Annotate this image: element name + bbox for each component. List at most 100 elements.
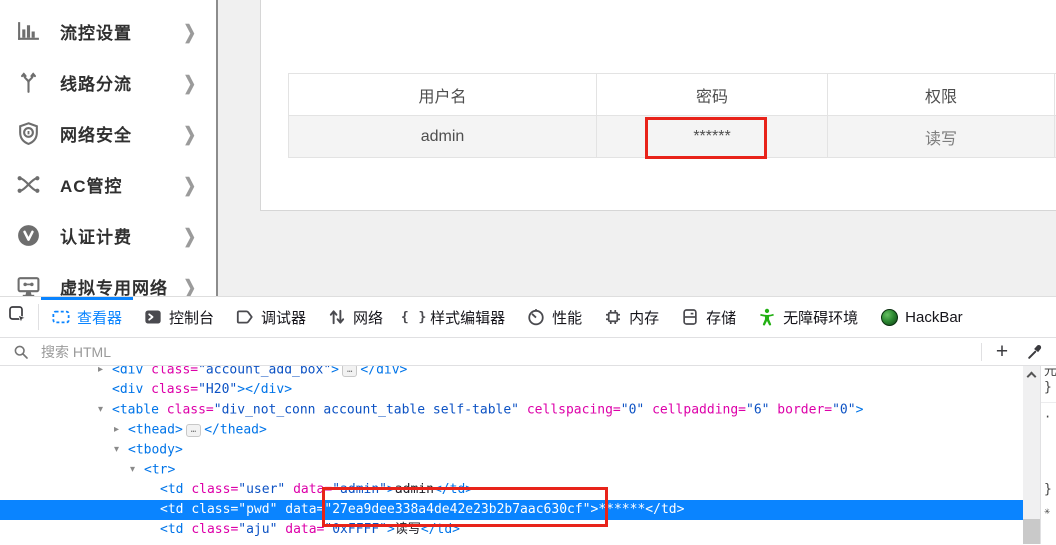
tab-label: 网络	[353, 307, 383, 328]
searchbar-separator	[981, 343, 982, 361]
code-token-val: "6"	[746, 403, 769, 418]
tab-内存[interactable]: 内存	[593, 297, 670, 337]
tabbar-separator	[38, 304, 39, 330]
code-token-tag: <td	[160, 502, 191, 517]
tab-label: 样式编辑器	[430, 307, 505, 328]
code-token-val: "aju"	[238, 522, 277, 537]
code-line[interactable]: <td class="user" data="admin">admin</td>	[0, 480, 1023, 500]
code-token-attr: data=	[277, 522, 324, 537]
markup-scrollbar[interactable]	[1023, 366, 1040, 544]
code-token-tag: <div	[112, 366, 151, 378]
tab-label: HackBar	[905, 309, 963, 326]
tab-查看器[interactable]: 查看器	[41, 297, 133, 337]
rules-panel-edge: 元}·}✳	[1040, 366, 1056, 544]
search-input[interactable]	[41, 344, 974, 360]
debugger-icon	[236, 308, 254, 326]
code-token-val: "H20"	[198, 382, 237, 397]
search-icon	[8, 340, 34, 364]
code-token-attr: data=	[277, 502, 324, 517]
devtools-panel: 查看器控制台调试器网络{ }样式编辑器性能内存存储无障碍环境HackBar + …	[0, 296, 1056, 545]
account-table: 用户名密码权限 admin******读写	[288, 73, 1056, 158]
sidebar-item-label: 流控设置	[60, 19, 183, 44]
sidebar-item-5[interactable]: 认证计费❯	[0, 210, 216, 261]
tab-label: 存储	[706, 307, 736, 328]
rules-panel-fragment: 元	[1044, 366, 1056, 379]
twisty-closed-icon[interactable]: ▸	[114, 420, 128, 440]
tab-label: 性能	[552, 307, 582, 328]
sidebar-item-6[interactable]: 虚拟专用网络❯	[0, 261, 216, 296]
chevron-right-icon: ❯	[183, 122, 196, 145]
code-line[interactable]: ▾<tbody>	[0, 440, 1023, 460]
code-token-text: 读写	[395, 522, 421, 537]
tab-存储[interactable]: 存储	[670, 297, 747, 337]
code-token-tag: >	[387, 482, 395, 497]
tab-label: 查看器	[77, 307, 122, 328]
account-table-row: admin******读写	[289, 116, 1056, 158]
add-node-button[interactable]: +	[989, 340, 1015, 364]
twisty-open-icon[interactable]: ▾	[114, 440, 128, 460]
code-line[interactable]: ▾<tr>	[0, 460, 1023, 480]
code-token-attr: class=	[191, 522, 238, 537]
sidebar-item-3[interactable]: 网络安全❯	[0, 108, 216, 159]
shield-icon	[16, 121, 60, 147]
rules-panel-fragment: }	[1044, 482, 1052, 497]
accessibility-icon	[758, 308, 776, 326]
code-token-text: admin	[395, 482, 434, 497]
collapsed-content-badge[interactable]: …	[342, 366, 357, 377]
code-token-val: "27ea9dee338a4de42e23b2b7aac630cf"	[324, 502, 590, 517]
code-line[interactable]: <div class="H20"></div>	[0, 380, 1023, 400]
code-token-val: "user"	[238, 482, 285, 497]
tab-无障碍环境[interactable]: 无障碍环境	[747, 297, 869, 337]
eyedropper-button[interactable]	[1022, 340, 1048, 364]
twisty-closed-icon[interactable]: ▸	[98, 366, 112, 380]
pick-element-button[interactable]	[0, 297, 36, 337]
account-table-header-row: 用户名密码权限	[289, 74, 1056, 116]
code-line[interactable]: ▸<thead>…</thead>	[0, 420, 1023, 440]
code-token-val: "div_not_conn account_table self-table"	[214, 403, 519, 418]
code-token-tag: <div	[112, 382, 151, 397]
code-line-selected[interactable]: <td class="pwd" data="27ea9dee338a4de42e…	[0, 500, 1023, 520]
code-token-val: "pwd"	[238, 502, 277, 517]
permission-cell: 读写	[828, 116, 1055, 158]
tab-调试器[interactable]: 调试器	[225, 297, 317, 337]
code-line[interactable]: ▸<div class="account_add_box">…</div>	[0, 366, 1023, 380]
code-token-tag: <thead>	[128, 423, 183, 438]
account-table-header-cell: 密码	[597, 74, 828, 116]
tab-网络[interactable]: 网络	[317, 297, 394, 337]
code-token-attr: cellpadding=	[644, 403, 746, 418]
scroll-up-arrow-icon[interactable]	[1027, 372, 1037, 382]
code-token-tag: </div>	[360, 366, 407, 378]
scrollbar-thumb[interactable]	[1023, 519, 1040, 544]
sidebar-item-label: 网络安全	[60, 121, 183, 146]
tab-样式编辑器[interactable]: { }样式编辑器	[394, 297, 516, 337]
tab-label: 无障碍环境	[783, 307, 858, 328]
twisty-open-icon[interactable]: ▾	[98, 400, 112, 420]
code-token-tag: </td>	[434, 482, 473, 497]
code-token-attr: class=	[191, 502, 238, 517]
collapsed-content-badge[interactable]: …	[186, 424, 201, 437]
twisty-open-icon[interactable]: ▾	[130, 460, 144, 480]
tab-控制台[interactable]: 控制台	[133, 297, 225, 337]
password-cell: ******	[597, 116, 828, 158]
tab-性能[interactable]: 性能	[516, 297, 593, 337]
code-token-tag: ></div>	[237, 382, 292, 397]
inspector-icon	[52, 308, 70, 326]
pick-element-icon	[8, 305, 28, 330]
code-token-attr: border=	[769, 403, 832, 418]
code-token-tag: </td>	[645, 502, 684, 517]
code-token-tag: >	[387, 522, 395, 537]
code-token-tag: >	[331, 366, 339, 378]
chevron-right-icon: ❯	[183, 275, 196, 296]
sidebar-item-1[interactable]: 流控设置❯	[0, 6, 216, 57]
sidebar-item-4[interactable]: AC管控❯	[0, 159, 216, 210]
code-token-tag: >	[856, 403, 864, 418]
sidebar: 流控设置❯线路分流❯网络安全❯AC管控❯认证计费❯虚拟专用网络❯	[0, 0, 218, 296]
rules-panel-fragment: }	[1044, 380, 1052, 395]
code-line[interactable]: ▾<table class="div_not_conn account_tabl…	[0, 400, 1023, 420]
sidebar-item-2[interactable]: 线路分流❯	[0, 57, 216, 108]
console-icon	[144, 308, 162, 326]
switch-icon	[16, 172, 60, 198]
code-line[interactable]: <td class="aju" data="0xFFFF">读写</td>	[0, 520, 1023, 540]
fork-icon	[16, 70, 60, 96]
tab-HackBar[interactable]: HackBar	[869, 297, 974, 337]
